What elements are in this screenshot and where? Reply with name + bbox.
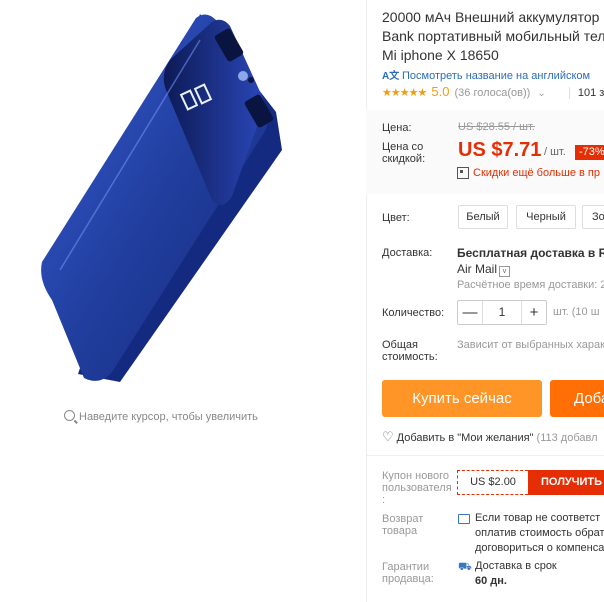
translate-link[interactable]: A文 Посмотреть название на английском bbox=[382, 67, 590, 82]
zoom-hint-text: Наведите курсор, чтобы увеличить bbox=[79, 411, 258, 423]
guarantee-line-1: Доставка в срок bbox=[475, 560, 557, 572]
quantity-minus-button[interactable]: — bbox=[458, 301, 483, 324]
returns-line-1: Если товар не соответст bbox=[475, 512, 601, 524]
rating-score: 5.0 bbox=[431, 84, 450, 99]
quantity-stepper: — 1 + bbox=[457, 300, 547, 325]
title-line-1: 20000 мАч Внешний аккумулятор п bbox=[382, 9, 604, 25]
total-label: Общая стоимость: bbox=[382, 339, 438, 363]
get-coupon-button[interactable]: ПОЛУЧИТЬ bbox=[528, 470, 604, 495]
votes-link[interactable]: (36 голоса(ов)) bbox=[455, 87, 531, 99]
power-bank-image[interactable] bbox=[0, 0, 366, 400]
shipping-method-select[interactable]: Air Mail v bbox=[457, 262, 511, 277]
orders-count: 101 за bbox=[568, 87, 604, 99]
discount-price: US $7.71 bbox=[458, 139, 542, 161]
product-image-panel[interactable] bbox=[0, 0, 366, 602]
title-line-3: Mi iphone X 18650 bbox=[382, 47, 499, 63]
shipping-label: Доставка: bbox=[382, 247, 433, 259]
shipping-text: Бесплатная доставка в Rus bbox=[457, 246, 604, 260]
coupon-amount: US $2.00 bbox=[457, 470, 528, 495]
truck-icon: ⛟ bbox=[458, 561, 472, 573]
rating-row: ★★★★★ 5.0 (36 голоса(ов)) ⌄ 101 за bbox=[382, 84, 604, 100]
color-label: Цвет: bbox=[382, 212, 410, 224]
wishlist-count: (113 добавл bbox=[536, 432, 598, 444]
quantity-plus-button[interactable]: + bbox=[521, 301, 546, 324]
translate-link-text[interactable]: Посмотреть название на английском bbox=[402, 70, 590, 82]
wishlist-text[interactable]: Добавить в "Мои желания" bbox=[397, 432, 534, 444]
heart-icon[interactable]: ♡ bbox=[382, 429, 394, 444]
price-unit: / шт. bbox=[544, 146, 566, 158]
discount-price-label: Цена со скидкой: bbox=[382, 141, 426, 165]
chevron-down-icon[interactable]: ⌄ bbox=[537, 88, 545, 99]
qr-code-icon bbox=[457, 167, 469, 179]
guarantee-line-2: 60 дн. bbox=[475, 575, 507, 587]
app-discount-link[interactable]: Скидки ещё больше в пр bbox=[473, 167, 600, 179]
returns-line-3: договориться о компенса bbox=[475, 542, 604, 554]
discount-badge: -73% bbox=[575, 145, 604, 160]
returns-label: Возврат товара bbox=[382, 513, 424, 537]
zoom-hint: Наведите курсор, чтобы увеличить bbox=[64, 410, 258, 423]
color-option-black[interactable]: Черный bbox=[516, 205, 576, 229]
chevron-down-icon[interactable]: v bbox=[499, 266, 511, 277]
old-price: US $28.55 / шт. bbox=[458, 121, 535, 133]
quantity-available: шт. (10 ш bbox=[553, 306, 600, 318]
buy-now-button[interactable]: Купить сейчас bbox=[382, 380, 542, 417]
shipping-method[interactable]: Air Mail bbox=[457, 262, 497, 276]
wishlist-link[interactable]: ♡ Добавить в "Мои желания" (113 добавл bbox=[382, 429, 598, 445]
returns-line-2: оплатив стоимость обрат bbox=[475, 527, 604, 539]
returns-text: Если товар не соответст оплатив стоимост… bbox=[475, 511, 604, 556]
guarantee-label: Гарантии продавца: bbox=[382, 561, 434, 585]
card-icon bbox=[458, 514, 470, 524]
price-label: Цена: bbox=[382, 122, 412, 134]
add-to-cart-button[interactable]: Доба bbox=[550, 380, 604, 417]
title-line-2: Bank портативный мобильный теле bbox=[382, 28, 604, 44]
shipping-time: Расчётное время доставки: 2 bbox=[457, 279, 604, 291]
panel-divider bbox=[366, 0, 367, 602]
magnifier-icon bbox=[64, 410, 75, 421]
product-title: 20000 мАч Внешний аккумулятор п Bank пор… bbox=[382, 8, 604, 65]
guarantee-text: Доставка в срок 60 дн. bbox=[475, 559, 557, 589]
divider bbox=[366, 455, 604, 456]
quantity-label: Количество: bbox=[382, 307, 445, 319]
color-option-white[interactable]: Белый bbox=[458, 205, 508, 229]
coupon-label: Купон нового пользователя : bbox=[382, 470, 452, 506]
star-rating-icon: ★★★★★ bbox=[382, 87, 427, 99]
total-value: Зависит от выбранных харак bbox=[457, 339, 604, 351]
color-option-gold[interactable]: Зо bbox=[582, 205, 604, 229]
translate-icon: A文 bbox=[382, 71, 400, 82]
quantity-input[interactable]: 1 bbox=[482, 301, 522, 324]
